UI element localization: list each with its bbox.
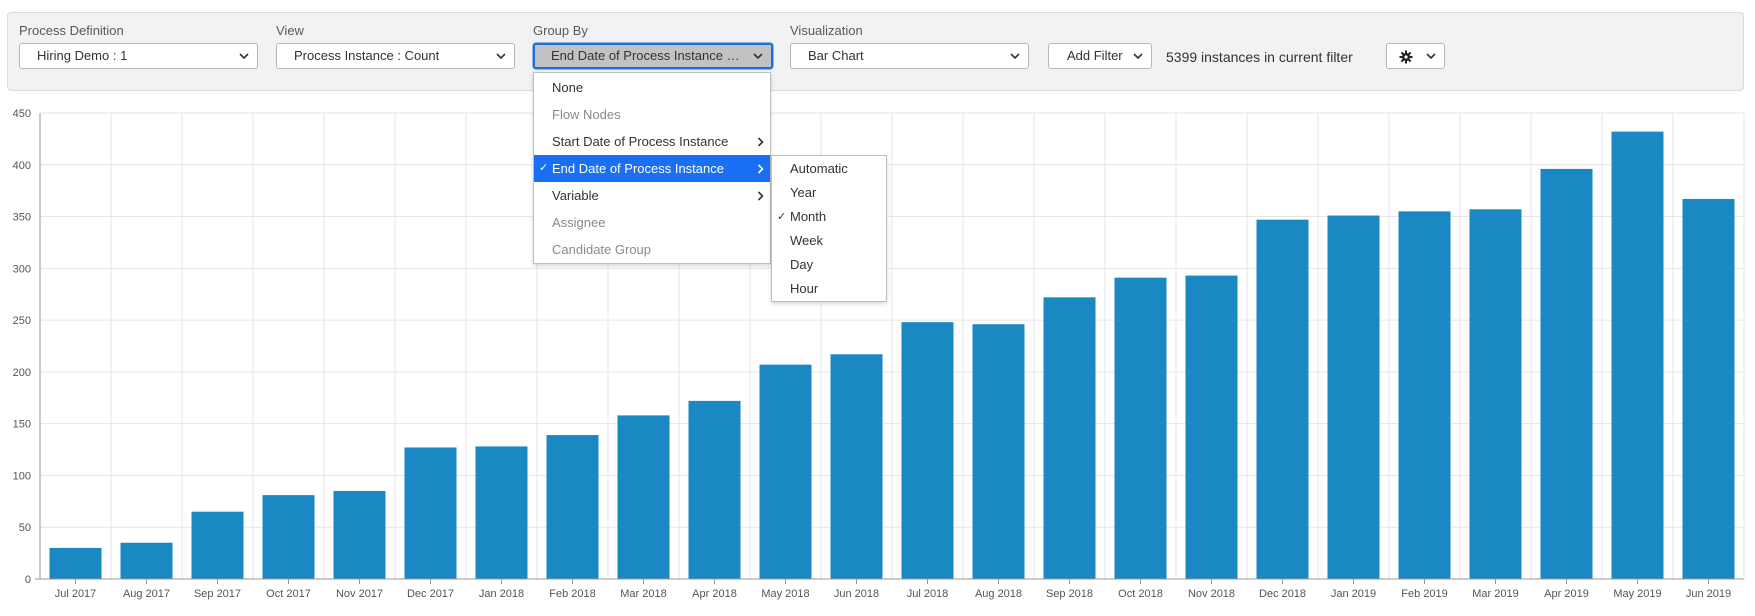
bar-jul-2018 [901, 322, 954, 579]
bar-sep-2018 [1043, 297, 1096, 579]
date-unit-submenu: Automatic Year ✓ Month Week Day Hour [771, 155, 887, 302]
x-tick-label: Jun 2019 [1686, 588, 1731, 600]
x-tick-label: Jul 2018 [907, 588, 949, 600]
menu-item-label: Start Date of Process Instance [552, 134, 729, 149]
submenu-item-label: Hour [790, 281, 819, 296]
y-tick-label: 450 [13, 108, 31, 120]
y-tick-label: 300 [13, 263, 31, 275]
menu-item-label: Flow Nodes [552, 107, 621, 122]
menu-item-none[interactable]: None [534, 74, 770, 101]
bar-apr-2019 [1540, 168, 1593, 580]
menu-item-flow-nodes: Flow Nodes [534, 101, 770, 128]
bar-nov-2018 [1185, 275, 1238, 579]
submenu-item-week[interactable]: Week [772, 229, 886, 253]
x-tick-label: Jan 2019 [1331, 588, 1376, 600]
chevron-right-icon [757, 155, 764, 174]
x-tick-label: Apr 2018 [692, 588, 737, 600]
bar-oct-2017 [262, 495, 315, 579]
x-tick-label: Aug 2018 [975, 588, 1022, 600]
bar-dec-2017 [404, 447, 457, 579]
bar-jul-2017 [49, 547, 102, 579]
x-tick-label: Nov 2018 [1188, 588, 1235, 600]
menu-item-variable[interactable]: Variable [534, 182, 770, 209]
x-tick-label: Oct 2018 [1118, 588, 1163, 600]
checkmark-icon: ✓ [777, 211, 787, 223]
x-tick-label: Mar 2019 [1472, 588, 1518, 600]
y-tick-label: 250 [13, 315, 31, 327]
submenu-item-label: Automatic [790, 161, 848, 176]
x-tick-label: Sep 2018 [1046, 588, 1093, 600]
submenu-item-label: Week [790, 233, 823, 248]
x-tick-label: Jun 2018 [834, 588, 879, 600]
bar-feb-2019 [1398, 211, 1451, 579]
x-tick-label: Dec 2018 [1259, 588, 1306, 600]
submenu-item-year[interactable]: Year [772, 181, 886, 205]
menu-item-label: Assignee [552, 215, 606, 230]
menu-item-label: Candidate Group [552, 242, 652, 257]
chevron-right-icon [757, 182, 764, 201]
submenu-item-label: Month [790, 209, 827, 224]
bar-jan-2019 [1327, 215, 1380, 579]
menu-item-start-date-of-process-instance[interactable]: Start Date of Process Instance [534, 128, 770, 155]
y-tick-label: 200 [13, 367, 31, 379]
bar-apr-2018 [688, 400, 741, 579]
bar-mar-2019 [1469, 209, 1522, 579]
x-tick-label: Nov 2017 [336, 588, 383, 600]
bar-jun-2019 [1682, 198, 1735, 579]
x-tick-label: Feb 2018 [549, 588, 595, 600]
y-tick-label: 0 [25, 574, 31, 586]
menu-item-assignee: Assignee [534, 209, 770, 236]
bar-oct-2018 [1114, 277, 1167, 579]
x-tick-label: Oct 2017 [266, 588, 311, 600]
y-tick-label: 100 [13, 470, 31, 482]
bar-may-2019 [1611, 131, 1664, 579]
bar-sep-2017 [191, 511, 244, 579]
submenu-item-day[interactable]: Day [772, 253, 886, 277]
menu-item-end-date-of-process-instance[interactable]: ✓ End Date of Process Instance [534, 155, 770, 182]
bar-may-2018 [759, 364, 812, 579]
x-tick-label: Sep 2017 [194, 588, 241, 600]
chevron-right-icon [757, 128, 764, 147]
bar-jan-2018 [475, 446, 528, 579]
x-tick-label: Mar 2018 [620, 588, 666, 600]
menu-item-label: Variable [552, 188, 599, 203]
bar-dec-2018 [1256, 219, 1309, 579]
x-tick-label: Aug 2017 [123, 588, 170, 600]
bar-aug-2017 [120, 542, 173, 579]
bar-jun-2018 [830, 354, 883, 579]
y-tick-label: 150 [13, 419, 31, 431]
x-tick-label: May 2018 [761, 588, 809, 600]
submenu-item-month[interactable]: ✓ Month [772, 205, 886, 229]
y-tick-label: 50 [19, 522, 31, 534]
menu-item-label: None [552, 80, 584, 95]
menu-item-candidate-group: Candidate Group [534, 236, 770, 263]
x-tick-label: Dec 2017 [407, 588, 454, 600]
submenu-item-automatic[interactable]: Automatic [772, 157, 886, 181]
bar-chart: 0 50 100 150 200 250 300 350 400 450 Jul 2017 Aug 2… [13, 108, 1745, 600]
x-tick-label: Feb 2019 [1401, 588, 1447, 600]
y-tick-label: 400 [13, 160, 31, 172]
x-tick-label: Jul 2017 [55, 588, 97, 600]
bar-mar-2018 [617, 415, 670, 579]
bar-aug-2018 [972, 324, 1025, 579]
submenu-item-label: Year [790, 185, 817, 200]
bar-nov-2017 [333, 490, 386, 579]
y-tick-label: 350 [13, 212, 31, 224]
checkmark-icon: ✓ [539, 162, 549, 174]
submenu-item-hour[interactable]: Hour [772, 277, 886, 301]
group-by-menu: None Flow Nodes Start Date of Process Inst… [533, 72, 771, 264]
x-tick-label: May 2019 [1613, 588, 1661, 600]
menu-item-label: End Date of Process Instance [552, 161, 724, 176]
x-tick-label: Jan 2018 [479, 588, 524, 600]
submenu-item-label: Day [790, 257, 814, 272]
x-tick-label: Apr 2019 [1544, 588, 1589, 600]
bar-feb-2018 [546, 435, 599, 579]
